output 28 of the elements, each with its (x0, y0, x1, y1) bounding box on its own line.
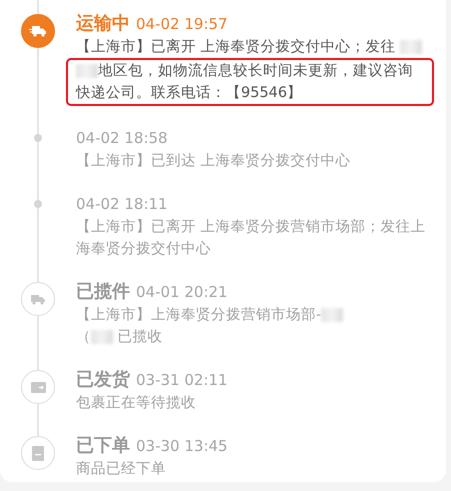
event-time: 04-02 18:58 (76, 128, 168, 149)
event-text: （ 已揽收 (76, 328, 164, 347)
timeline-dot (34, 134, 42, 142)
truck-icon (30, 294, 46, 304)
highlighted-event-text: 地区包，如物流信息较长时间未更新，建议咨询快递公司。联系电话：【95546】 (66, 58, 434, 106)
redacted-blur (76, 64, 98, 78)
status-label: 已发货 (76, 368, 130, 392)
redacted-blur (400, 40, 422, 54)
event-text: 包裹正在等待揽收 (76, 394, 197, 413)
event-time: 03-31 02:11 (136, 370, 228, 391)
event-text: 【上海市】已离开 上海奉贤分拨交付中心；发往 (76, 36, 434, 58)
event-text: 【上海市】已离开 上海奉贤分拨营销市场部；发往上海奉贤分拨交付中心 (76, 218, 427, 259)
status-label: 已下单 (76, 434, 130, 458)
event-text: 【上海市】已到达 上海奉贤分拨交付中心 (76, 152, 352, 171)
status-label: 已揽件 (76, 280, 130, 304)
event-text: 【上海市】上海奉贤分拨营销市场部- (76, 304, 434, 326)
event-text: 商品已经下单 (76, 460, 167, 479)
timeline-dot (34, 200, 42, 208)
redacted-blur (321, 308, 344, 322)
event-time: 03-30 13:45 (136, 436, 228, 457)
event-time: 04-01 20:21 (136, 282, 228, 303)
redacted-blur (91, 330, 113, 344)
event-time: 04-02 19:57 (136, 14, 228, 35)
truck-icon (29, 25, 47, 37)
status-label: 运输中 (76, 12, 130, 36)
event-time: 04-02 18:11 (76, 194, 168, 215)
document-icon (32, 446, 44, 460)
package-icon (30, 380, 46, 394)
